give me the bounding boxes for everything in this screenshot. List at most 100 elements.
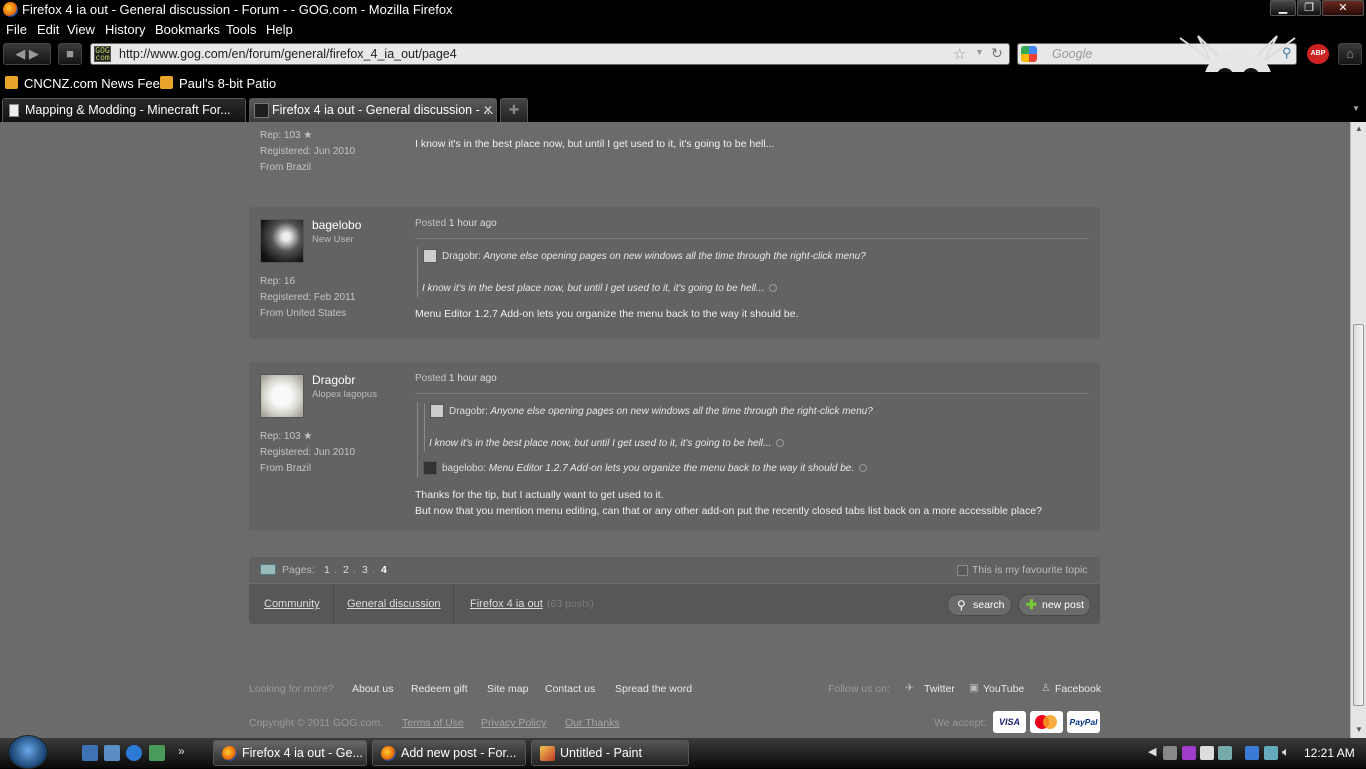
posted-time: Posted 1 hour ago [415,218,497,229]
menu-history[interactable]: History [105,22,145,37]
footer-follow: Follow us on: [828,683,890,695]
footer-site-map[interactable]: Site map [487,683,528,695]
post-bagelobo: bagelobo New User Rep: 16 Registered: Fe… [249,207,1100,339]
tab-label[interactable]: Mapping & Modding - Minecraft For... [25,103,231,117]
tray-network-icon[interactable] [1264,746,1278,760]
page-link-2[interactable]: 2 [343,564,349,576]
maximize-button[interactable]: ❐ [1297,0,1321,16]
footer-accept: We accept: [934,717,987,729]
ie-icon[interactable] [126,745,142,761]
footer-redeem-gift[interactable]: Redeem gift [411,683,468,695]
search-input[interactable]: Google [1052,47,1092,61]
explorer-icon[interactable] [104,745,120,761]
url-text[interactable]: http://www.gog.com/en/forum/general/fire… [119,47,457,61]
footer-facebook[interactable]: Facebook [1055,683,1101,695]
bookmark-cncnz[interactable]: CNCNZ.com News Feed [24,76,167,91]
taskbar-firefox[interactable]: Firefox 4 ia out - Ge... [213,740,367,766]
tab-list-icon[interactable]: ▼ [1352,104,1360,113]
stop-button[interactable]: ■ [58,43,82,65]
divider [415,238,1089,239]
plus-icon: ✚ [1026,597,1037,612]
bookmark-pauls-patio[interactable]: Paul's 8-bit Patio [179,76,276,91]
bookmark-star-icon[interactable]: ☆ [953,45,966,63]
nested-quote-line-1: Dragobr: Anyone else opening pages on ne… [449,406,873,417]
page-link-3[interactable]: 3 [362,564,368,576]
breadcrumb-community[interactable]: Community [264,598,320,610]
url-bar[interactable]: GOG com http://www.gog.com/en/forum/gene… [90,43,1010,65]
user-rep: Rep: 16 [260,276,296,287]
footer-terms[interactable]: Terms of Use [402,717,464,729]
footer-youtube[interactable]: YouTube [983,683,1024,695]
tab-firefox-4[interactable]: Firefox 4 ia out - General discussion - … [249,98,497,122]
tab-label[interactable]: Firefox 4 ia out - General discussion - … [272,103,494,117]
new-tab-button[interactable]: ✚ [500,98,528,122]
paypal-icon: PayPal [1067,711,1100,733]
tray-bluetooth-icon[interactable] [1245,746,1259,760]
google-icon[interactable] [1021,46,1037,62]
tab-minecraft[interactable]: Mapping & Modding - Minecraft For... [2,98,246,122]
menu-view[interactable]: View [67,22,95,37]
quicklaunch-more-icon[interactable]: » [178,744,185,758]
menu-help[interactable]: Help [266,22,293,37]
breadcrumb-general-discussion[interactable]: General discussion [347,598,441,610]
quote-bar [417,247,418,297]
avatar[interactable] [260,374,304,418]
user-registered: Registered: Jun 2010 [260,447,356,458]
menu-file[interactable]: File [6,22,27,37]
page-scrollbar[interactable]: ▲ ▼ [1350,122,1366,738]
show-desktop-icon[interactable] [82,745,98,761]
menu-tools[interactable]: Tools [226,22,256,37]
post-count: (63 posts) [547,598,594,610]
footer-privacy[interactable]: Privacy Policy [481,717,546,729]
adblock-icon[interactable]: ABP [1307,44,1329,64]
footer-twitter[interactable]: Twitter [924,683,955,695]
minimize-button[interactable]: ▁ [1270,0,1296,16]
back-arrow-icon[interactable]: ◀ [15,46,25,61]
user-rep: Rep: 103 ★ [260,431,313,442]
page-link-1[interactable]: 1 [324,564,330,576]
star-icon: ★ [303,130,313,141]
close-button[interactable]: ✕ [1322,0,1364,16]
home-icon[interactable]: ⌂ [1338,43,1362,65]
favourite-checkbox[interactable] [957,565,968,576]
footer-about-us[interactable]: About us [352,683,393,695]
scroll-up-icon[interactable]: ▲ [1355,124,1363,133]
avatar[interactable] [260,219,304,263]
taskbar-add-new-post[interactable]: Add new post - For... [372,740,526,766]
scroll-down-icon[interactable]: ▼ [1355,725,1363,734]
scroll-thumb[interactable] [1353,324,1364,706]
footer-spread-the-word[interactable]: Spread the word [615,683,692,695]
tray-device-icon[interactable] [1218,746,1232,760]
tray-mail-icon[interactable] [1200,746,1214,760]
footer-thanks[interactable]: Our Thanks [565,717,620,729]
quote-link-icon[interactable] [769,284,778,293]
reload-icon[interactable]: ↻ [991,45,1003,62]
network-icon[interactable] [149,745,165,761]
quote-line: bagelobo: Menu Editor 1.2.7 Add-on lets … [442,463,868,474]
taskbar-clock[interactable]: 12:21 AM [1304,746,1355,760]
quote-link-icon[interactable] [859,464,868,473]
footer-contact-us[interactable]: Contact us [545,683,595,695]
breadcrumb-topic[interactable]: Firefox 4 ia out [470,598,543,610]
close-tab-icon[interactable]: ✕ [483,103,493,117]
tray-volume-icon[interactable]: 🔈︎ [1282,744,1290,760]
username[interactable]: Dragobr [312,373,355,387]
url-dropdown-icon[interactable]: ▼ [975,47,984,57]
tray-expand-icon[interactable]: ◀ [1148,745,1156,758]
taskbar-paint[interactable]: Untitled - Paint [531,740,689,766]
forward-arrow-icon[interactable]: ▶ [29,46,39,61]
youtube-icon: ▣ [969,682,979,694]
user-from: From Brazil [260,463,312,474]
new-post-button[interactable]: ✚ new post [1018,594,1091,616]
search-button[interactable]: ⚲ search [947,594,1012,616]
tray-steam-icon[interactable] [1163,746,1177,760]
start-button[interactable] [8,735,48,769]
back-forward-button[interactable]: ◀ ▶ [3,43,51,65]
username[interactable]: bagelobo [312,218,361,232]
favourite-label[interactable]: This is my favourite topic [972,564,1088,576]
tray-app-icon[interactable] [1182,746,1196,760]
divider [415,393,1089,394]
menu-bookmarks[interactable]: Bookmarks [155,22,220,37]
menu-edit[interactable]: Edit [37,22,59,37]
quote-link-icon[interactable] [776,439,785,448]
